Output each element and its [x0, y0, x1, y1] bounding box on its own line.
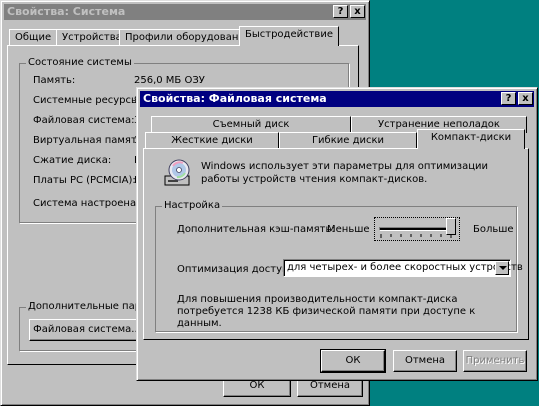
tab-floppy-disks[interactable]: Гибкие диски: [279, 132, 417, 149]
settings-group-title: Настройка: [162, 200, 223, 211]
access-pattern-value: для четырех- и более скоростных устройст…: [287, 262, 523, 273]
tab-removable-disk[interactable]: Съемный диск: [151, 116, 351, 133]
system-resources-label: Системные ресурсы:: [33, 95, 143, 106]
tab-cd-rom[interactable]: Компакт-диски: [417, 129, 525, 149]
system-status-title: Состояние системы: [26, 57, 134, 68]
cd-rom-drive-icon: [163, 158, 193, 188]
file-system-properties-window: Свойства: Файловая система ? x Съемный д…: [136, 87, 538, 381]
tab-devices[interactable]: Устройства: [56, 29, 128, 46]
system-properties-title: Свойства: Система: [7, 5, 126, 18]
cancel-button[interactable]: Отмена: [393, 350, 457, 372]
tab-hardware-profiles[interactable]: Профили оборудования: [119, 29, 257, 46]
access-pattern-select[interactable]: для четырех- и более скоростных устройст…: [283, 259, 523, 277]
fs-help-button[interactable]: ?: [501, 92, 516, 105]
supplemental-cache-label: Дополнительная кэш-память:: [177, 224, 335, 235]
system-properties-titlebar[interactable]: Свойства: Система ? x: [4, 4, 366, 20]
close-button[interactable]: x: [350, 5, 365, 18]
disk-compression-label: Сжатие диска:: [33, 155, 112, 166]
file-system-label: Файловая система:: [33, 115, 135, 126]
cache-min-label: Меньше: [327, 224, 370, 235]
access-pattern-label: Оптимизация доступа:: [177, 264, 299, 275]
cache-slider-thumb[interactable]: [446, 218, 456, 235]
memory-usage-info: Для повышения производительности компакт…: [177, 294, 476, 329]
cd-rom-description: Windows использует эти параметры для опт…: [201, 161, 488, 185]
cache-max-label: Больше: [473, 224, 514, 235]
cache-size-slider[interactable]: [374, 217, 460, 241]
help-button[interactable]: ?: [333, 5, 348, 18]
virtual-memory-label: Виртуальная память:: [33, 135, 147, 146]
tab-performance[interactable]: Быстродействие: [239, 26, 339, 46]
pcmcia-label: Платы PC (PCMCIA):: [33, 175, 136, 186]
tab-hard-disks[interactable]: Жесткие диски: [145, 132, 279, 149]
ok-button[interactable]: ОК: [320, 349, 386, 373]
file-system-button[interactable]: Файловая система...: [29, 319, 145, 341]
file-system-title: Свойства: Файловая система: [143, 92, 327, 105]
chevron-down-icon[interactable]: [495, 261, 509, 275]
memory-value: 256,0 МБ ОЗУ: [134, 75, 205, 86]
file-system-titlebar[interactable]: Свойства: Файловая система ? x: [140, 91, 534, 107]
fs-close-button[interactable]: x: [518, 92, 533, 105]
tab-general[interactable]: Общие: [9, 29, 58, 46]
memory-label: Память:: [33, 75, 76, 86]
apply-button[interactable]: Применить: [463, 350, 527, 372]
